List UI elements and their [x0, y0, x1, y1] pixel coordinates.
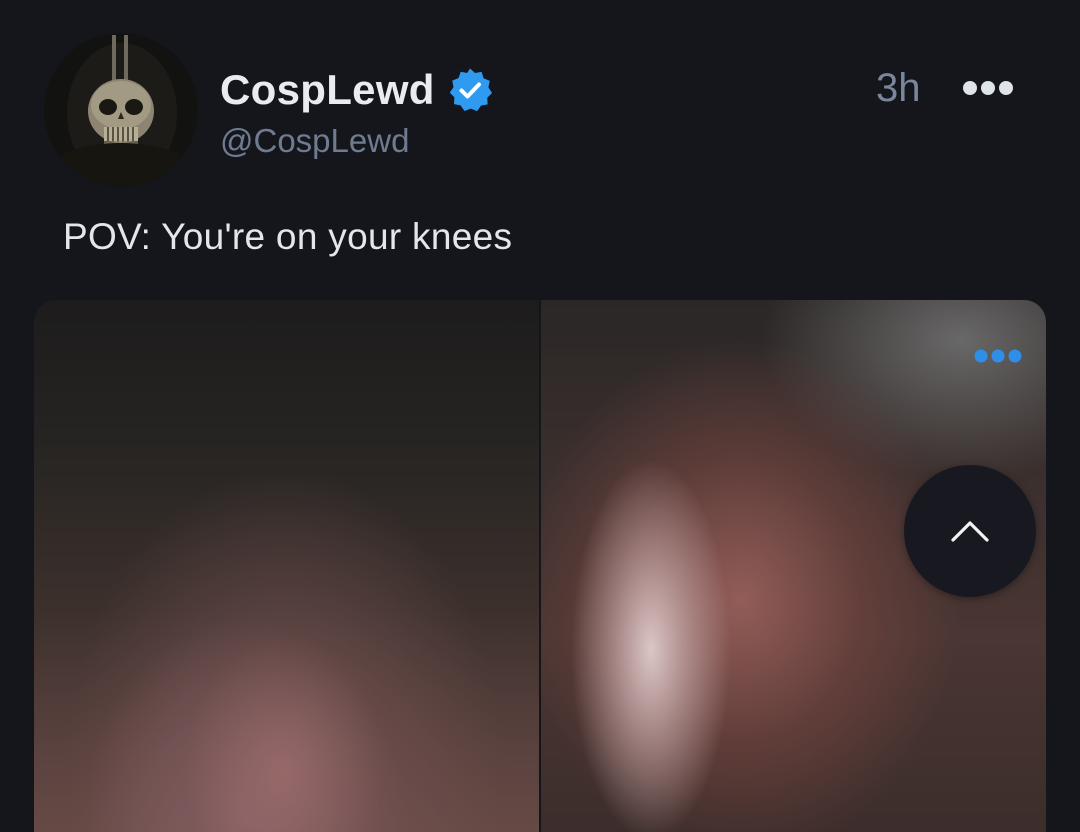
more-horizontal-icon — [974, 349, 1022, 363]
author-name-row: CospLewd — [220, 62, 493, 118]
author-avatar[interactable] — [44, 33, 198, 187]
verified-badge-icon — [447, 67, 493, 113]
post-text: POV: You're on your knees — [63, 216, 513, 257]
media-options-button[interactable] — [971, 344, 1025, 368]
media-image-1[interactable] — [34, 300, 539, 832]
more-horizontal-icon — [963, 81, 1013, 95]
author-handle[interactable]: @CospLewd — [220, 122, 409, 160]
skull-mask-icon — [44, 33, 198, 187]
post-view: CospLewd @CospLewd 3h POV: You're on you… — [0, 0, 1080, 832]
scroll-to-top-button[interactable] — [904, 465, 1036, 597]
post-timestamp[interactable]: 3h — [876, 66, 921, 111]
more-options-button[interactable] — [956, 68, 1020, 108]
author-display-name[interactable]: CospLewd — [220, 66, 435, 114]
chevron-up-icon — [951, 521, 989, 542]
